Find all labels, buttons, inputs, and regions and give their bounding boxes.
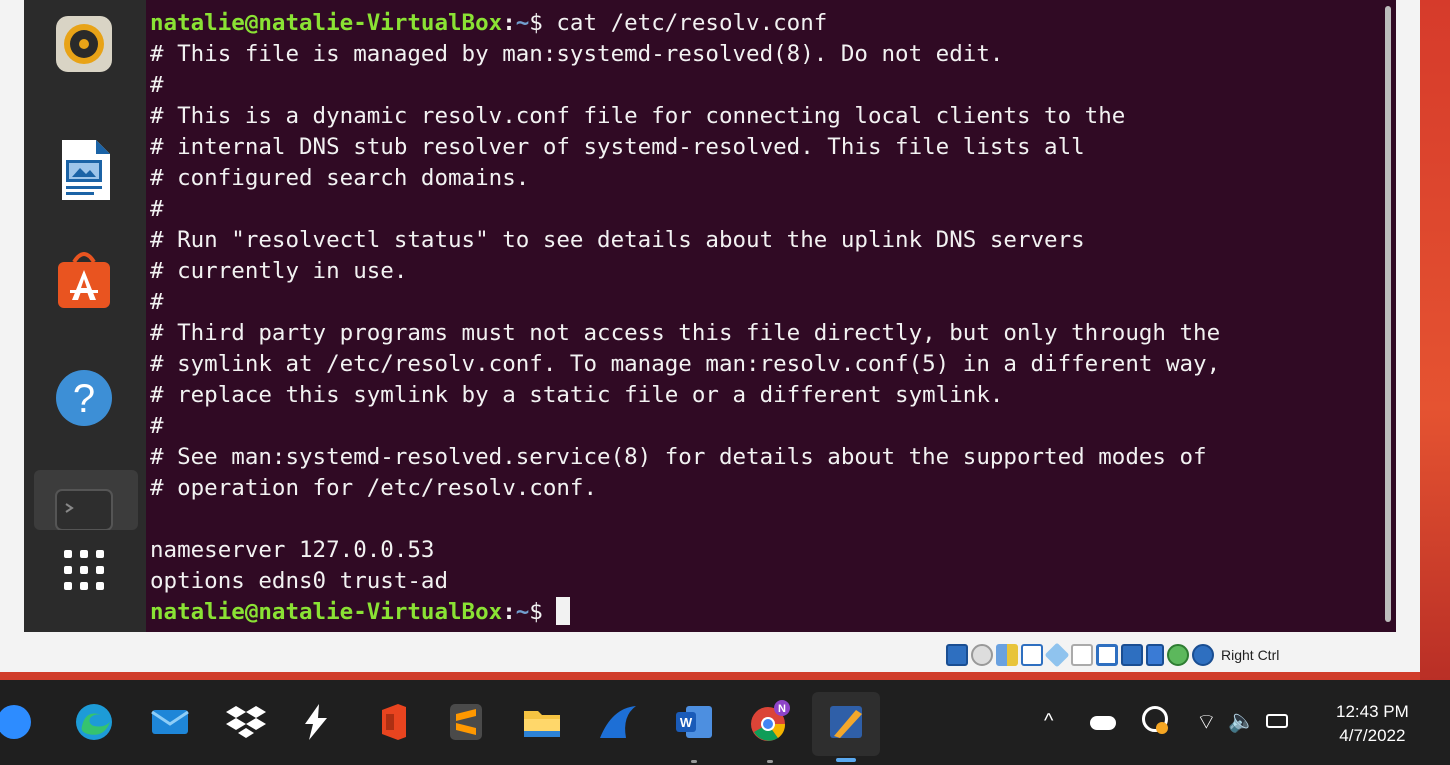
wireshark-icon[interactable] (592, 696, 644, 748)
running-indicator (767, 760, 773, 763)
terminal-output-line: # (150, 196, 164, 222)
clock-time: 12:43 PM (1336, 702, 1409, 721)
terminal-output-line: nameserver 127.0.0.53 (150, 537, 435, 563)
terminal-output-line: # Third party programs must not access t… (150, 320, 1221, 346)
scrollbar-thumb[interactable] (1385, 6, 1391, 622)
host-key-label: Right Ctrl (1221, 647, 1280, 663)
terminal-output-line: # operation for /etc/resolv.conf. (150, 475, 598, 501)
desktop-wallpaper-edge (1420, 0, 1450, 680)
virtualbox-icon[interactable] (820, 696, 872, 748)
office-icon[interactable] (366, 696, 418, 748)
terminal-command: cat /etc/resolv.conf (542, 10, 828, 36)
terminal-output-line: # internal DNS stub resolver of systemd-… (150, 134, 1085, 160)
network-icon[interactable] (1021, 644, 1043, 666)
clock-date: 4/7/2022 (1339, 726, 1406, 745)
keyboard-capture-icon[interactable] (1192, 644, 1214, 666)
windows-taskbar: W N ^ ⌔ 🔈 (0, 680, 1450, 765)
terminal-cursor (556, 597, 571, 625)
active-indicator (836, 758, 856, 762)
help-icon[interactable]: ? (52, 366, 116, 430)
dropbox-icon[interactable] (220, 696, 272, 748)
display-icon[interactable] (1096, 644, 1118, 666)
taskbar-clock[interactable]: 12:43 PM 4/7/2022 (1336, 700, 1409, 748)
chrome-icon[interactable]: N (744, 696, 796, 748)
terminal-output-line: # replace this symlink by a static file … (150, 382, 1004, 408)
wifi-icon[interactable]: ⌔ (1196, 708, 1217, 736)
volume-icon[interactable]: 🔈 (1228, 708, 1255, 734)
word-icon[interactable]: W (668, 696, 720, 748)
terminal-scrollbar[interactable] (1382, 0, 1396, 632)
terminal-output-line: # (150, 289, 164, 315)
vbox-status-bar: Right Ctrl (946, 640, 1279, 670)
optical-drive-icon[interactable] (946, 644, 968, 666)
libreoffice-impress-icon[interactable] (52, 138, 116, 202)
slash-app-icon[interactable] (290, 696, 342, 748)
onedrive-icon[interactable] (1090, 716, 1116, 730)
mouse-integration-icon[interactable] (1167, 644, 1189, 666)
shared-folder-icon[interactable] (1071, 644, 1093, 666)
prompt-user: natalie@natalie-VirtualBox (150, 10, 503, 36)
svg-text:W: W (680, 715, 693, 730)
prompt-symbol: $ (529, 599, 543, 625)
terminal-output-line: # See man:systemd-resolved.service(8) fo… (150, 444, 1207, 470)
terminal-output-line: options edns0 trust-ad (150, 568, 449, 594)
terminal-icon[interactable] (52, 480, 116, 531)
ubuntu-screen: ? natalie@natalie-VirtualBox:~$ cat /etc… (24, 0, 1396, 632)
terminal-output-line: # currently in use. (150, 258, 408, 284)
usb-icon[interactable] (1044, 642, 1070, 668)
edge-icon[interactable] (68, 696, 120, 748)
prompt-symbol: $ (529, 10, 543, 36)
terminal-text: natalie@natalie-VirtualBox:~$ cat /etc/r… (150, 10, 1221, 625)
running-indicator (691, 760, 697, 763)
terminal-output-line: # This file is managed by man:systemd-re… (150, 41, 1004, 67)
rhythmbox-icon[interactable] (52, 12, 116, 76)
recording-icon[interactable] (1121, 644, 1143, 666)
disk-icon[interactable] (971, 644, 993, 666)
mail-icon[interactable] (144, 696, 196, 748)
sublime-icon[interactable] (440, 696, 492, 748)
battery-icon[interactable] (1266, 714, 1288, 728)
chrome-profile-badge: N (778, 703, 786, 715)
terminal-output-line: # Run "resolvectl status" to see details… (150, 227, 1085, 253)
terminal-window[interactable]: natalie@natalie-VirtualBox:~$ cat /etc/r… (148, 0, 1384, 632)
zoom-icon[interactable] (0, 696, 40, 748)
sync-warning-icon (1156, 722, 1168, 734)
show-apps-icon[interactable] (52, 540, 116, 604)
terminal-output-line: # (150, 413, 164, 439)
terminal-output-line: # configured search domains. (150, 165, 530, 191)
svg-text:?: ? (73, 377, 95, 421)
chevron-up-icon[interactable]: ^ (1044, 710, 1053, 733)
audio-icon[interactable] (996, 644, 1018, 666)
software-center-icon[interactable] (52, 248, 116, 312)
terminal-output-line: # This is a dynamic resolv.conf file for… (150, 103, 1126, 129)
ubuntu-dock: ? (24, 0, 146, 632)
terminal-output-line: # (150, 72, 164, 98)
file-explorer-icon[interactable] (516, 696, 568, 748)
vt-icon[interactable] (1146, 644, 1164, 666)
terminal-output-line: # symlink at /etc/resolv.conf. To manage… (150, 351, 1221, 377)
prompt-path: ~ (515, 599, 530, 625)
prompt-user: natalie@natalie-VirtualBox (150, 599, 503, 625)
prompt-path: ~ (515, 10, 530, 36)
